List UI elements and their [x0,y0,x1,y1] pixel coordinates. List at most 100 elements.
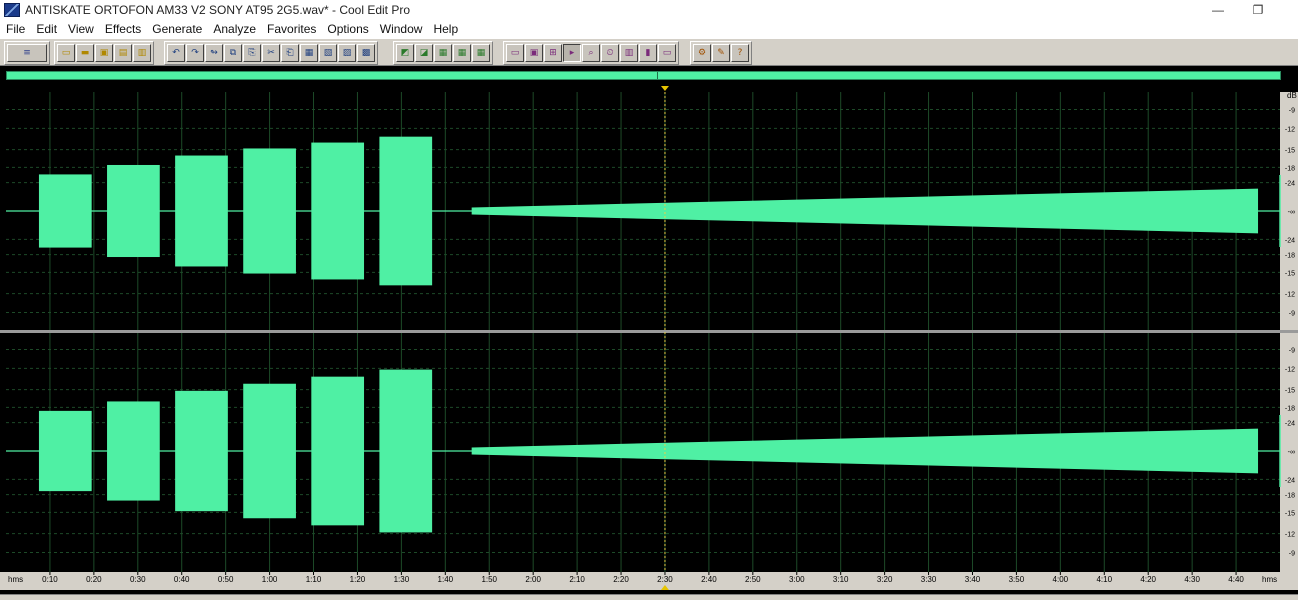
menu-help[interactable]: Help [427,22,463,36]
redo-icon: ↷ [191,47,199,58]
menu-generate[interactable]: Generate [146,22,207,36]
new-file-icon: ▭ [61,47,71,58]
time-tick-label: 3:00 [789,575,805,584]
time-tick-label: 1:10 [306,575,322,584]
show-grid-button[interactable]: ▦ [434,44,452,62]
minimize-button[interactable]: — [1198,0,1238,20]
status-strip [0,594,1298,600]
zoom-full-button[interactable]: ▭ [506,44,524,62]
time-zoom-icon: ⏲ [606,47,614,58]
time-tick-label: 0:40 [174,575,190,584]
show-markers-icon: ▦ [457,47,467,58]
settings-button[interactable]: ⚙ [693,44,711,62]
play-zoom-button[interactable]: ▸ [563,44,581,62]
menu-analyze[interactable]: Analyze [207,22,261,36]
show-grid-icon: ▦ [438,47,448,58]
waveform-view-button[interactable]: ◩ [396,44,414,62]
time-tick-label: 3:40 [965,575,981,584]
db-tick-label: -24 [1285,421,1295,428]
multitrack-view-icon: ≡ [23,47,31,58]
vertical-zoom-button[interactable]: ▥ [620,44,638,62]
crop-button[interactable]: ▩ [357,44,375,62]
zoom-in-button[interactable]: ⊞ [544,44,562,62]
db-tick-label: -12 [1285,126,1295,133]
time-tick-label: 2:40 [701,575,717,584]
db-tick-label: -∞ [1288,209,1295,216]
toolbar: ≡ ▭ ▬ ▣ ▤ ▥ ↶ ↷ ↬ ⧉ ⎘ ✂ ⎗ ▦ ▧ ▨ ▩ ◩ ◪ ▦ ▦ ▦ ▭ ▣ ⊞ ▸ ⌕ ⏲ ▥ ▮ ▭ ⚙ ✎? [0,38,1298,66]
menu-options[interactable]: Options [321,22,373,36]
toolbar-group-help: ⚙ ✎? [690,41,752,65]
time-tick-label: 0:50 [218,575,234,584]
time-tick-label: 1:50 [481,575,497,584]
zoom-selection-button[interactable]: ▣ [525,44,543,62]
menu-favorites[interactable]: Favorites [261,22,321,36]
menu-view[interactable]: View [62,22,99,36]
db-tick-label: -24 [1285,237,1295,244]
redo-button[interactable]: ↷ [186,44,204,62]
zoom-in-icon: ⊞ [549,47,557,58]
show-cue-button[interactable]: ▦ [472,44,490,62]
save-file-button[interactable]: ▣ [95,44,113,62]
new-file-button[interactable]: ▭ [57,44,75,62]
close-file-button[interactable]: ▥ [133,44,151,62]
menu-file[interactable]: File [0,22,30,36]
copy-new-button[interactable]: ⎘ [243,44,261,62]
trim-button[interactable]: ▨ [338,44,356,62]
tone-burst [107,164,160,258]
show-markers-button[interactable]: ▦ [453,44,471,62]
save-all-button[interactable]: ▤ [114,44,132,62]
channel-separator [0,330,1298,333]
time-tick-label: 3:50 [1009,575,1025,584]
time-tick-label: 1:20 [350,575,366,584]
copy-button[interactable]: ⧉ [224,44,242,62]
db-tick-label: -9 [1289,310,1295,317]
spectral-view-icon: ◪ [419,47,429,58]
spectral-view-button[interactable]: ◪ [415,44,433,62]
tone-burst [379,136,433,286]
fit-window-button[interactable]: ▭ [658,44,676,62]
multitrack-view-button[interactable]: ≡ [7,44,47,62]
time-tick-label: 4:10 [1096,575,1112,584]
script-icon: ✎ [717,47,725,58]
time-tick-label: 1:40 [438,575,454,584]
db-tick-label: -24 [1285,477,1295,484]
play-zoom-icon: ▸ [569,47,575,58]
save-all-icon: ▤ [118,47,128,58]
repeat-icon: ↬ [210,47,218,58]
level-meters-button[interactable]: ▮ [639,44,657,62]
paste-new-button[interactable]: ▦ [300,44,318,62]
db-tick-label: -18 [1285,165,1295,172]
time-unit-label-left: hms [8,575,23,584]
time-tick-label: 2:50 [745,575,761,584]
time-tick-label: 4:40 [1228,575,1244,584]
paste-button[interactable]: ⎗ [281,44,299,62]
waveform-display[interactable]: dB -9 -12 -15 -18 -24 -∞ -24 -18 -15 -12 -9 -9 -12 -15… [0,82,1298,594]
time-tick-label: 2:20 [613,575,629,584]
repeat-button[interactable]: ↬ [205,44,223,62]
time-tick-label: 0:10 [42,575,58,584]
time-tick-label: 4:30 [1184,575,1200,584]
restore-button[interactable]: ❐ [1238,0,1278,20]
undo-icon: ↶ [172,47,180,58]
menu-effects[interactable]: Effects [99,22,146,36]
menu-edit[interactable]: Edit [30,22,62,36]
open-file-button[interactable]: ▬ [76,44,94,62]
copy-new-icon: ⎘ [248,47,256,58]
undo-button[interactable]: ↶ [167,44,185,62]
find-zoom-button[interactable]: ⌕ [582,44,600,62]
zoom-full-icon: ▭ [510,47,520,58]
overview-zoom-range[interactable] [6,71,1281,80]
help-button[interactable]: ? [731,44,749,62]
toolbar-group-edit: ↶ ↷ ↬ ⧉ ⎘ ✂ ⎗ ▦ ▧ ▨ ▩ [164,41,378,65]
zoom-selection-icon: ▣ [529,47,539,58]
script-button[interactable]: ✎ [712,44,730,62]
mix-paste-button[interactable]: ▧ [319,44,337,62]
fit-window-icon: ▭ [662,47,672,58]
time-tick-label: 2:30 [657,575,673,584]
time-unit-label-right: hms [1262,575,1277,584]
time-zoom-button[interactable]: ⏲ [601,44,619,62]
find-zoom-icon: ⌕ [588,47,594,58]
menu-window[interactable]: Window [374,22,428,36]
cut-button[interactable]: ✂ [262,44,280,62]
save-file-icon: ▣ [99,47,109,58]
